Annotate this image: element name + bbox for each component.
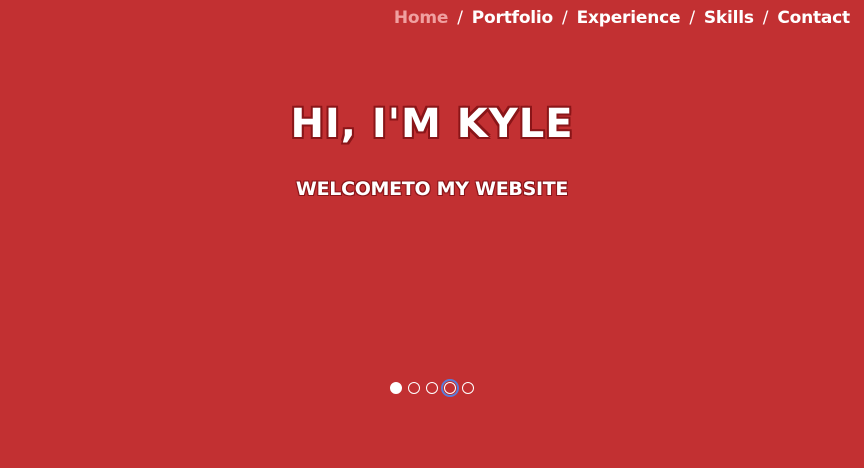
- nav-separator: /: [689, 8, 695, 28]
- nav-link-skills[interactable]: Skills: [704, 8, 754, 28]
- nav-separator: /: [762, 8, 769, 28]
- hero-title: HI, I'M KYLE: [290, 100, 574, 147]
- slider-dot-2[interactable]: [408, 382, 420, 394]
- slider-dot-3[interactable]: [426, 382, 438, 394]
- slider-pagination: [0, 379, 864, 397]
- main-nav: Home / Portfolio / Experience / Skills /…: [394, 8, 850, 28]
- nav-link-home[interactable]: Home: [394, 8, 449, 28]
- slider-dot-1[interactable]: [390, 382, 402, 394]
- nav-link-portfolio[interactable]: Portfolio: [472, 8, 553, 28]
- nav-link-experience[interactable]: Experience: [577, 8, 681, 28]
- slider-dot-5[interactable]: [462, 382, 474, 394]
- nav-link-contact[interactable]: Contact: [777, 8, 850, 28]
- hero-subtitle: WELCOMETO MY WEBSITE: [295, 178, 569, 200]
- slider-dot-4[interactable]: [441, 379, 459, 397]
- nav-separator: /: [562, 8, 568, 28]
- nav-separator: /: [457, 8, 463, 28]
